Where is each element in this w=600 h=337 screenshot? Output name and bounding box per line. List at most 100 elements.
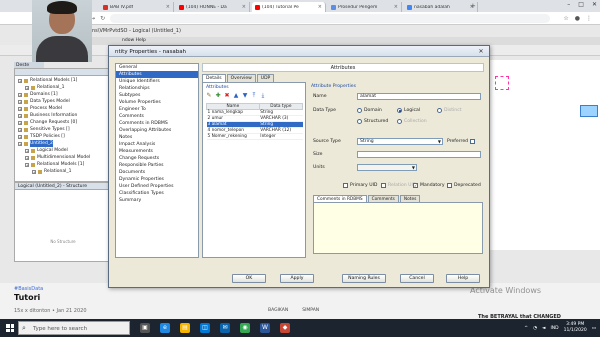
profile-icon[interactable]: ●: [575, 15, 580, 22]
dialog-title-bar[interactable]: ntity Properties - nasabah ✕: [109, 46, 489, 57]
task-view-icon[interactable]: ▣: [140, 323, 150, 333]
tab-udp[interactable]: UDP: [256, 74, 275, 82]
sqldev-icon[interactable]: ◆: [280, 323, 290, 333]
tree-item[interactable]: + Relational_1: [15, 84, 111, 91]
tree-item[interactable]: + Relational Models [1]: [15, 161, 111, 168]
sourcetype-select[interactable]: String ▼: [357, 138, 443, 145]
primary-uid-checkbox[interactable]: Primary UID: [343, 183, 377, 188]
category-item[interactable]: Overlapping Attributes: [116, 127, 198, 134]
naming-rules-button[interactable]: Naming Rules: [342, 274, 386, 283]
expand-icon[interactable]: +: [32, 169, 36, 174]
tree-item[interactable]: + TSDP Policies []: [15, 133, 111, 140]
up-icon[interactable]: ▲: [233, 93, 239, 99]
browser-tab[interactable]: Prosedur Pengem ×: [328, 2, 402, 12]
preferred-check[interactable]: [470, 139, 476, 144]
primary-uid-check[interactable]: [343, 183, 348, 188]
close-tab-icon[interactable]: ×: [242, 4, 246, 10]
close-tab-icon[interactable]: ×: [318, 4, 322, 10]
attribute-type-cell[interactable]: Integer: [259, 133, 303, 140]
category-item[interactable]: Comments: [116, 113, 198, 120]
word-icon[interactable]: W: [260, 323, 270, 333]
expand-icon[interactable]: +: [18, 141, 22, 146]
close-window-button[interactable]: ✕: [592, 1, 597, 8]
mandatory-checkbox[interactable]: ✓ Mandatory: [413, 183, 445, 188]
datatype-radio[interactable]: Domain: [357, 108, 382, 113]
tree-item[interactable]: + Process Model: [15, 105, 111, 112]
expand-icon[interactable]: +: [25, 85, 29, 90]
explorer-icon[interactable]: ▤: [180, 323, 190, 333]
units-select[interactable]: ▼: [357, 164, 417, 171]
expand-icon[interactable]: +: [18, 134, 22, 139]
category-item[interactable]: Volume Properties: [116, 99, 198, 106]
top-icon[interactable]: ⤒: [251, 93, 257, 99]
video-hashtag[interactable]: #BasisData: [14, 286, 43, 292]
category-item[interactable]: Notes: [116, 134, 198, 141]
category-item[interactable]: Responsible Parties: [116, 162, 198, 169]
share-button[interactable]: BAGIKAN: [268, 308, 288, 313]
maximize-button[interactable]: □: [578, 1, 584, 8]
tab-overview[interactable]: Overview: [226, 74, 256, 82]
tree-item[interactable]: + Domains [1]: [15, 91, 111, 98]
taskbar-search[interactable]: ⌕ Type here to search: [18, 321, 130, 335]
mandatory-check[interactable]: ✓: [413, 183, 418, 188]
start-button[interactable]: [6, 324, 14, 332]
tree-item[interactable]: + Sensitive Types []: [15, 126, 111, 133]
category-item[interactable]: Comments in RDBMS: [116, 120, 198, 127]
bottom-icon[interactable]: ⤓: [260, 93, 266, 99]
store-icon[interactable]: ◫: [200, 323, 210, 333]
star-icon[interactable]: ☆: [563, 15, 568, 22]
expand-icon[interactable]: +: [18, 78, 22, 83]
chrome-icon[interactable]: ◉: [240, 323, 250, 333]
datatype-radio[interactable]: Logical: [397, 108, 420, 113]
category-item[interactable]: Attributes: [116, 71, 198, 78]
category-item[interactable]: Dynamic Properties: [116, 176, 198, 183]
menu-icon[interactable]: ⋮: [586, 15, 592, 22]
add-icon[interactable]: ✚: [215, 93, 221, 99]
ok-button[interactable]: OK: [232, 274, 266, 283]
expand-icon[interactable]: +: [18, 99, 22, 104]
tab-notes[interactable]: Notes: [399, 195, 421, 202]
tree-item[interactable]: + Business Information: [15, 112, 111, 119]
edit-icon[interactable]: ✎: [206, 93, 212, 99]
entity-box[interactable]: [580, 105, 598, 117]
expand-icon[interactable]: +: [25, 148, 29, 153]
tab-comments[interactable]: Comments: [367, 195, 399, 202]
browser-tab[interactable]: (104) HONNE - Da ×: [176, 2, 250, 12]
close-tab-icon[interactable]: ×: [166, 4, 170, 10]
clock[interactable]: 3:49 PM 11/1/2020: [564, 322, 587, 334]
tab-comments-rdbms[interactable]: Comments in RDBMS: [313, 195, 367, 202]
category-item[interactable]: Subtypes: [116, 92, 198, 99]
expand-icon[interactable]: +: [25, 155, 29, 160]
category-item[interactable]: Classification Types: [116, 190, 198, 197]
expand-icon[interactable]: +: [18, 92, 22, 97]
new-tab-button[interactable]: +: [470, 2, 476, 10]
comment-editor[interactable]: [313, 202, 483, 254]
tree-item[interactable]: + Multidimensional Model: [15, 154, 111, 161]
browser-tab[interactable]: BAB IV.pdf ×: [100, 2, 174, 12]
tree-item[interactable]: + Relational Models [1]: [15, 77, 111, 84]
category-item[interactable]: Engineer To: [116, 106, 198, 113]
chevron-up-icon[interactable]: ^: [524, 326, 528, 331]
category-item[interactable]: General: [116, 64, 198, 71]
mail-icon[interactable]: ✉: [220, 323, 230, 333]
close-icon[interactable]: ✕: [477, 48, 485, 55]
category-item[interactable]: Unique Identifiers: [116, 78, 198, 85]
close-tab-icon[interactable]: ×: [394, 4, 398, 10]
tree-item[interactable]: + Untitled_2: [15, 140, 111, 147]
url-input[interactable]: [110, 14, 550, 23]
category-item[interactable]: Summary: [116, 197, 198, 204]
tree-item[interactable]: + Relational_1: [15, 168, 111, 175]
attribute-name-cell[interactable]: 5 Nomer_rekening: [206, 133, 260, 140]
tree-item[interactable]: + Logical Model: [15, 147, 111, 154]
expand-icon[interactable]: +: [25, 162, 29, 167]
deprecated-check[interactable]: [447, 183, 452, 188]
help-button[interactable]: Help: [446, 274, 480, 283]
network-icon[interactable]: ◔: [533, 326, 537, 331]
apply-button[interactable]: Apply: [280, 274, 314, 283]
category-item[interactable]: User Defined Properties: [116, 183, 198, 190]
edge-icon[interactable]: e: [160, 323, 170, 333]
delete-icon[interactable]: ✖: [224, 93, 230, 99]
name-field[interactable]: alamat: [357, 93, 481, 100]
cancel-button[interactable]: Cancel: [400, 274, 434, 283]
browser-tab[interactable]: (104) Tutorial Pe ×: [252, 2, 326, 12]
